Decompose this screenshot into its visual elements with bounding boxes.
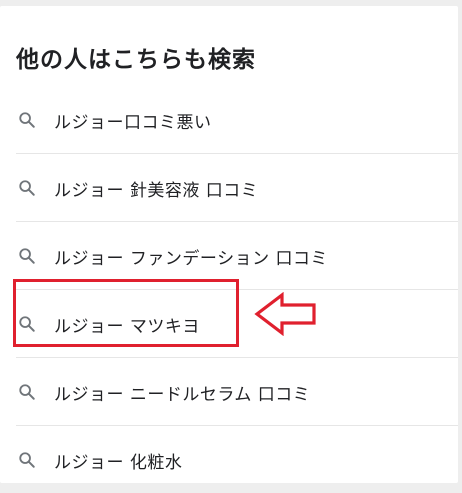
related-search-item[interactable]: ルジョー口コミ悪い <box>16 86 458 154</box>
left-arrow-icon <box>254 292 316 336</box>
related-search-label: ルジョー 化粧水 <box>54 453 183 473</box>
search-icon <box>19 248 35 264</box>
related-search-item[interactable]: ルジョー 化粧水 <box>16 426 458 493</box>
related-search-label: ルジョー 針美容液 口コミ <box>54 181 259 201</box>
search-icon <box>19 180 35 196</box>
search-icon <box>19 452 35 468</box>
search-icon <box>19 384 35 400</box>
highlight-box <box>13 279 239 347</box>
section-title: 他の人はこちらも検索 <box>16 47 256 73</box>
related-search-item[interactable]: ルジョー ニードルセラム 口コミ <box>16 358 458 426</box>
related-searches-card: 他の人はこちらも検索 ルジョー口コミ悪い ルジョー 針美容液 口コミ ルジョー … <box>0 6 458 483</box>
related-search-item[interactable]: ルジョー 針美容液 口コミ <box>16 154 458 222</box>
related-search-label: ルジョー口コミ悪い <box>54 113 212 133</box>
related-search-label: ルジョー ファンデーション 口コミ <box>54 249 328 269</box>
search-icon <box>19 112 35 128</box>
page-bottom-edge <box>0 484 462 491</box>
related-search-label: ルジョー ニードルセラム 口コミ <box>54 385 311 405</box>
